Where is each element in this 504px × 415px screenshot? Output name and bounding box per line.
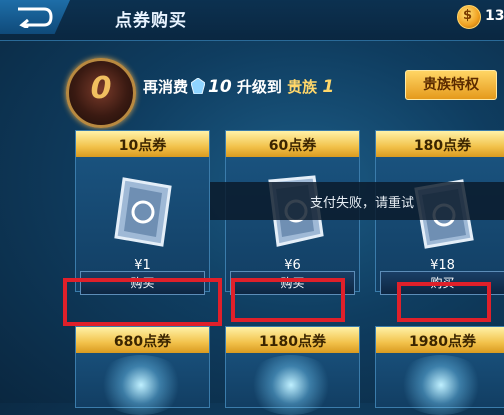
gem-icon [191, 78, 206, 94]
coupon-glow-icon [96, 355, 186, 415]
coupon-ticket-icon [114, 177, 172, 247]
coupon-card-1180[interactable]: 1180点券 [225, 326, 360, 415]
vip-text-prefix: 再消费 [143, 78, 189, 96]
card-name: 60点券 [268, 138, 317, 154]
vip-level: 0 [90, 71, 112, 106]
coupon-card-1980[interactable]: 1980点券 [375, 326, 504, 415]
card-header: 60点券 [226, 131, 359, 157]
coupon-glow-icon [396, 355, 486, 415]
card-header: 10点券 [76, 131, 209, 157]
vip-rank-level: 1 [322, 77, 335, 97]
card-header: 180点券 [376, 131, 504, 157]
vip-privileges-button[interactable]: 贵族特权 [405, 70, 497, 100]
card-header: 680点券 [76, 327, 209, 353]
highlight-box [231, 278, 345, 322]
card-header: 1180点券 [226, 327, 359, 353]
vip-text-middle: 升级到 [236, 78, 282, 96]
coupon-glow-icon [246, 355, 336, 415]
highlight-box [63, 278, 222, 326]
card-name: 680点券 [113, 334, 172, 350]
card-name: 10点券 [118, 138, 167, 154]
vip-progress-text: 再消费 10 升级到 贵族 1 [143, 76, 334, 97]
vip-badge: 0 [66, 58, 136, 128]
vip-rank: 贵族 [287, 78, 318, 96]
back-arrow-icon [18, 7, 53, 28]
coupon-card-680[interactable]: 680点券 [75, 326, 210, 415]
back-button[interactable] [0, 0, 70, 34]
toast-message: 支付失败，请重试 [310, 196, 415, 211]
error-toast: 支付失败，请重试 [210, 182, 504, 220]
page-title: 点券购买 [115, 11, 187, 31]
top-bar: 点券购买 $ 13 [0, 0, 504, 41]
coupon-card-10[interactable]: 10点券 ¥1 购买 [75, 130, 210, 295]
highlight-box [397, 282, 491, 322]
vip-amount: 10 [208, 77, 232, 97]
card-name: 1180点券 [259, 334, 326, 350]
coin-icon: $ [457, 5, 481, 29]
card-name: 180点券 [413, 138, 472, 154]
coin-amount: 13 [485, 8, 504, 24]
card-header: 1980点券 [376, 327, 504, 353]
card-name: 1980点券 [409, 334, 476, 350]
